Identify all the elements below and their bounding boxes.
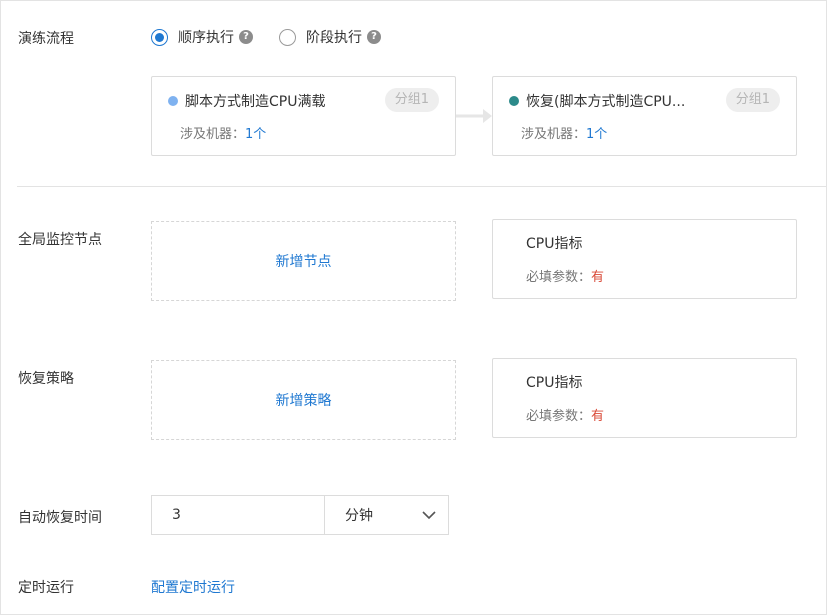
metric-required: 必填参数：有 — [526, 266, 604, 285]
step-card[interactable]: 脚本方式制造CPU满载 分组1 涉及机器：1个 — [151, 76, 456, 156]
metric-required: 必填参数：有 — [526, 405, 604, 424]
monitor-metric-card[interactable]: CPU指标 必填参数：有 — [492, 219, 797, 299]
machine-row: 涉及机器：1个 — [521, 123, 607, 142]
add-node-box[interactable]: 新增节点 — [151, 221, 456, 301]
metric-title: CPU指标 — [526, 375, 583, 391]
machine-count-link[interactable]: 1个 — [245, 127, 266, 142]
auto-recover-time-input[interactable] — [152, 496, 325, 534]
machine-row: 涉及机器：1个 — [180, 123, 266, 142]
auto-recover-input-group: 分钟 — [151, 495, 449, 535]
required-label: 必填参数： — [526, 270, 592, 285]
step-title: 恢复(脚本方式制造CPU... — [526, 94, 686, 110]
group-tag: 分组1 — [384, 88, 439, 112]
auto-recover-label: 自动恢复时间 — [18, 510, 102, 526]
help-icon[interactable]: ? — [239, 30, 253, 44]
add-strategy-box[interactable]: 新增策略 — [151, 360, 456, 440]
time-unit-select[interactable]: 分钟 — [325, 496, 448, 534]
help-icon[interactable]: ? — [367, 30, 381, 44]
radio-unchecked-icon[interactable] — [279, 28, 296, 46]
section-divider — [17, 186, 827, 187]
required-value: 有 — [591, 270, 605, 285]
metric-title: CPU指标 — [526, 236, 583, 252]
required-value: 有 — [591, 409, 605, 424]
machine-label: 涉及机器： — [180, 127, 246, 142]
add-strategy-button[interactable]: 新增策略 — [276, 390, 332, 410]
step-title: 脚本方式制造CPU满载 — [185, 94, 326, 110]
flow-mode-radio-group: 顺序执行 ? 阶段执行 ? — [151, 27, 407, 47]
chevron-down-icon — [422, 511, 436, 520]
add-node-button[interactable]: 新增节点 — [276, 251, 332, 271]
radio-sequential-label: 顺序执行 — [178, 30, 234, 46]
recovery-label: 恢复策略 — [18, 371, 74, 387]
required-label: 必填参数： — [526, 409, 592, 424]
machine-count-link[interactable]: 1个 — [586, 127, 607, 142]
recovery-metric-card[interactable]: CPU指标 必填参数：有 — [492, 358, 797, 438]
schedule-label: 定时运行 — [18, 580, 74, 596]
monitor-label: 全局监控节点 — [18, 232, 102, 248]
status-dot-icon — [509, 96, 519, 106]
radio-sequential[interactable]: 顺序执行 ? — [151, 27, 253, 47]
radio-stage[interactable]: 阶段执行 ? — [279, 27, 381, 47]
time-unit-value: 分钟 — [345, 508, 373, 524]
step-card[interactable]: 恢复(脚本方式制造CPU... 分组1 涉及机器：1个 — [492, 76, 797, 156]
radio-checked-icon[interactable] — [151, 28, 168, 46]
status-dot-icon — [168, 96, 178, 106]
flow-arrow-icon — [456, 109, 492, 123]
group-tag: 分组1 — [725, 88, 780, 112]
machine-label: 涉及机器： — [521, 127, 587, 142]
flow-label: 演练流程 — [18, 31, 74, 47]
radio-stage-label: 阶段执行 — [306, 30, 362, 46]
configure-schedule-link[interactable]: 配置定时运行 — [151, 577, 235, 597]
